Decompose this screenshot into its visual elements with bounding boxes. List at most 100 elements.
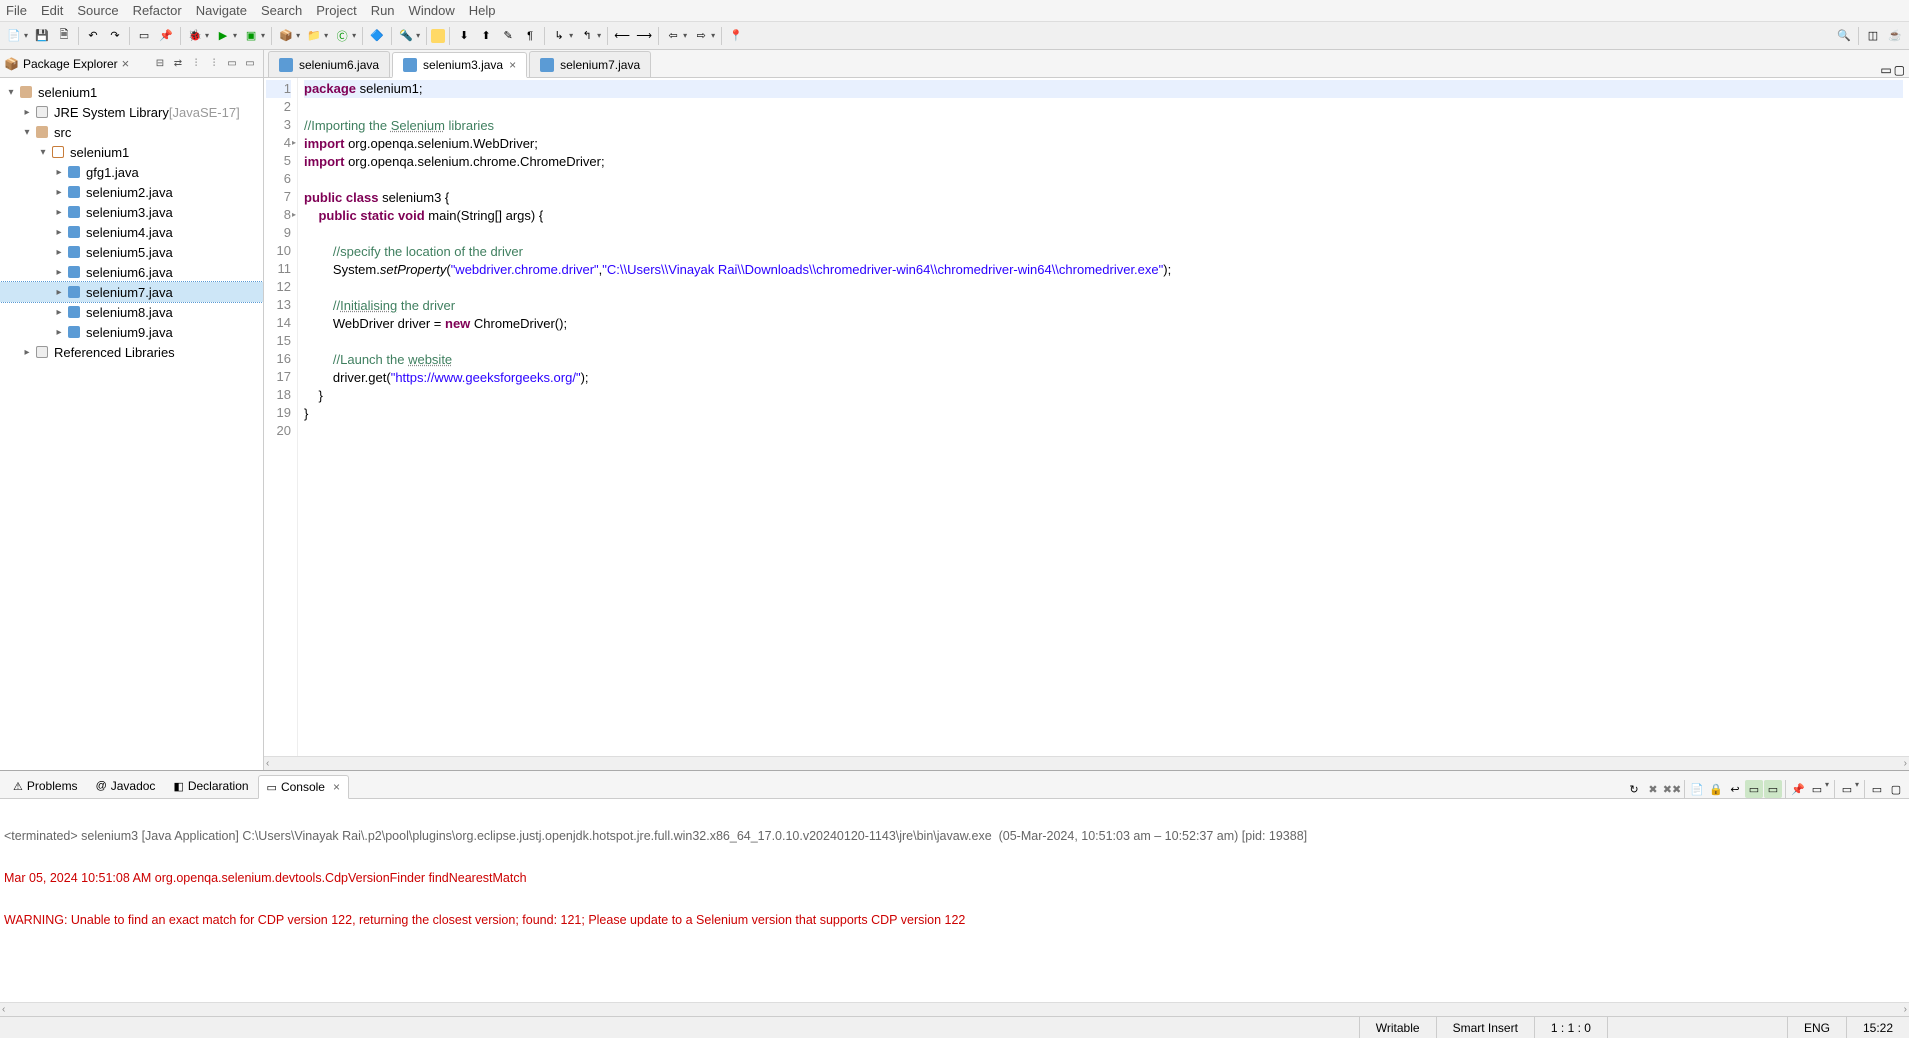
scroll-lock-icon[interactable]: 🔒: [1707, 780, 1725, 798]
minimize-icon[interactable]: ▭: [241, 55, 259, 73]
dropdown-icon[interactable]: ▾: [569, 31, 573, 40]
file-node-selenium3-java[interactable]: ▸selenium3.java: [0, 202, 263, 222]
focus-icon[interactable]: ⫶: [205, 55, 223, 73]
debug-icon[interactable]: 🐞: [185, 26, 205, 46]
twisty-icon[interactable]: ▸: [52, 287, 66, 298]
project-tree[interactable]: ▾selenium1▸JRE System Library [JavaSE-17…: [0, 78, 263, 770]
minimize-icon[interactable]: ▭: [1880, 63, 1891, 77]
twisty-icon[interactable]: ▸: [52, 267, 66, 278]
new-icon[interactable]: 📄: [4, 26, 24, 46]
collapse-all-icon[interactable]: ⊟: [151, 55, 169, 73]
link-editor-icon[interactable]: ⇄: [169, 55, 187, 73]
maximize-icon[interactable]: ▢: [1887, 780, 1905, 798]
editor-tab-selenium3-java[interactable]: selenium3.java×: [392, 52, 527, 78]
twisty-icon[interactable]: ▸: [20, 107, 34, 118]
console-scrollbar[interactable]: ‹›: [0, 1002, 1909, 1016]
file-node-selenium6-java[interactable]: ▸selenium6.java: [0, 262, 263, 282]
dropdown-icon[interactable]: ▾: [683, 31, 687, 40]
twisty-icon[interactable]: ▸: [52, 307, 66, 318]
display-selected-console-icon[interactable]: ▭: [1808, 780, 1826, 798]
scroll-right-icon[interactable]: ›: [1904, 1004, 1907, 1015]
menu-source[interactable]: Source: [77, 3, 118, 18]
last-edit-icon[interactable]: ✎: [498, 26, 518, 46]
forward-icon[interactable]: ⟶: [634, 26, 654, 46]
dropdown-icon[interactable]: ▾: [24, 31, 28, 40]
dropdown-icon[interactable]: ▾: [416, 31, 420, 40]
scroll-right-icon[interactable]: ›: [1904, 758, 1907, 769]
menu-help[interactable]: Help: [469, 3, 496, 18]
filter-icon[interactable]: ⫶: [187, 55, 205, 73]
quick-access-search-icon[interactable]: 🔍: [1834, 26, 1854, 46]
twisty-icon[interactable]: ▸: [20, 347, 34, 358]
bottom-tab-problems[interactable]: ⚠Problems: [4, 774, 87, 798]
close-icon[interactable]: ×: [122, 56, 130, 71]
dropdown-icon[interactable]: ▾: [1825, 780, 1829, 798]
jre-node[interactable]: ▸JRE System Library [JavaSE-17]: [0, 102, 263, 122]
pin-icon[interactable]: 📌: [156, 26, 176, 46]
twisty-icon[interactable]: ▸: [52, 227, 66, 238]
open-type-icon[interactable]: 🔷: [367, 26, 387, 46]
dropdown-icon[interactable]: ▾: [205, 31, 209, 40]
open-console-icon[interactable]: ▭: [1838, 780, 1856, 798]
menu-file[interactable]: File: [6, 3, 27, 18]
next-edit-icon[interactable]: ↳: [549, 26, 569, 46]
dropdown-icon[interactable]: ▾: [324, 31, 328, 40]
twisty-icon[interactable]: ▸: [52, 207, 66, 218]
bottom-tab-declaration[interactable]: ◧Declaration: [164, 774, 257, 798]
language-indicator[interactable]: ENG: [1787, 1017, 1846, 1038]
new-package-icon[interactable]: 📁: [304, 26, 324, 46]
back-icon[interactable]: ⟵: [612, 26, 632, 46]
twisty-icon[interactable]: ▸: [52, 247, 66, 258]
file-node-selenium9-java[interactable]: ▸selenium9.java: [0, 322, 263, 342]
menu-window[interactable]: Window: [409, 3, 455, 18]
run-icon[interactable]: ▶: [213, 26, 233, 46]
close-icon[interactable]: ×: [333, 780, 340, 794]
file-node-selenium5-java[interactable]: ▸selenium5.java: [0, 242, 263, 262]
editor-tab-selenium6-java[interactable]: selenium6.java: [268, 51, 390, 77]
show-console-on-out-icon[interactable]: ▭: [1745, 780, 1763, 798]
prev-annotation-icon[interactable]: ⬆: [476, 26, 496, 46]
clear-console-icon[interactable]: 📄: [1688, 780, 1706, 798]
dropdown-icon[interactable]: ▾: [296, 31, 300, 40]
toggle-mark-icon[interactable]: [431, 29, 445, 43]
file-node-selenium7-java[interactable]: ▸selenium7.java: [0, 282, 263, 302]
twisty-icon[interactable]: ▾: [36, 147, 50, 158]
open-perspective-icon[interactable]: ◫: [1863, 26, 1883, 46]
src-folder-node[interactable]: ▾src: [0, 122, 263, 142]
minimize-icon[interactable]: ▭: [1868, 780, 1886, 798]
scroll-left-icon[interactable]: ‹: [2, 1004, 5, 1015]
close-icon[interactable]: ×: [509, 58, 516, 72]
file-node-selenium2-java[interactable]: ▸selenium2.java: [0, 182, 263, 202]
pin-console-icon[interactable]: 📌: [1789, 780, 1807, 798]
forward-history-icon[interactable]: ⇨: [691, 26, 711, 46]
twisty-icon[interactable]: ▾: [20, 127, 34, 138]
referenced-libraries-node[interactable]: ▸Referenced Libraries: [0, 342, 263, 362]
file-node-gfg1-java[interactable]: ▸gfg1.java: [0, 162, 263, 182]
dropdown-icon[interactable]: ▾: [261, 31, 265, 40]
console-output[interactable]: <terminated> selenium3 [Java Application…: [0, 799, 1909, 1002]
package-node[interactable]: ▾selenium1: [0, 142, 263, 162]
dropdown-icon[interactable]: ▾: [352, 31, 356, 40]
menu-refactor[interactable]: Refactor: [133, 3, 182, 18]
dropdown-icon[interactable]: ▾: [1855, 780, 1859, 798]
show-whitespace-icon[interactable]: ¶: [520, 26, 540, 46]
horizontal-scrollbar[interactable]: ‹›: [264, 756, 1909, 770]
pin-editor-icon[interactable]: 📍: [726, 26, 746, 46]
word-wrap-icon[interactable]: ↩: [1726, 780, 1744, 798]
file-node-selenium4-java[interactable]: ▸selenium4.java: [0, 222, 263, 242]
back-history-icon[interactable]: ⇦: [663, 26, 683, 46]
view-menu-icon[interactable]: ▭: [223, 55, 241, 73]
undo-icon[interactable]: ↶: [83, 26, 103, 46]
twisty-icon[interactable]: ▸: [52, 187, 66, 198]
save-all-icon[interactable]: 🗎: [54, 26, 74, 46]
bottom-tab-javadoc[interactable]: @Javadoc: [87, 774, 165, 798]
search-icon[interactable]: 🔦: [396, 26, 416, 46]
show-console-on-err-icon[interactable]: ▭: [1764, 780, 1782, 798]
new-java-project-icon[interactable]: 📦: [276, 26, 296, 46]
coverage-icon[interactable]: ▣: [241, 26, 261, 46]
dropdown-icon[interactable]: ▾: [597, 31, 601, 40]
twisty-icon[interactable]: ▾: [4, 87, 18, 98]
project-node[interactable]: ▾selenium1: [0, 82, 263, 102]
maximize-icon[interactable]: ▢: [1894, 63, 1905, 77]
dropdown-icon[interactable]: ▾: [233, 31, 237, 40]
